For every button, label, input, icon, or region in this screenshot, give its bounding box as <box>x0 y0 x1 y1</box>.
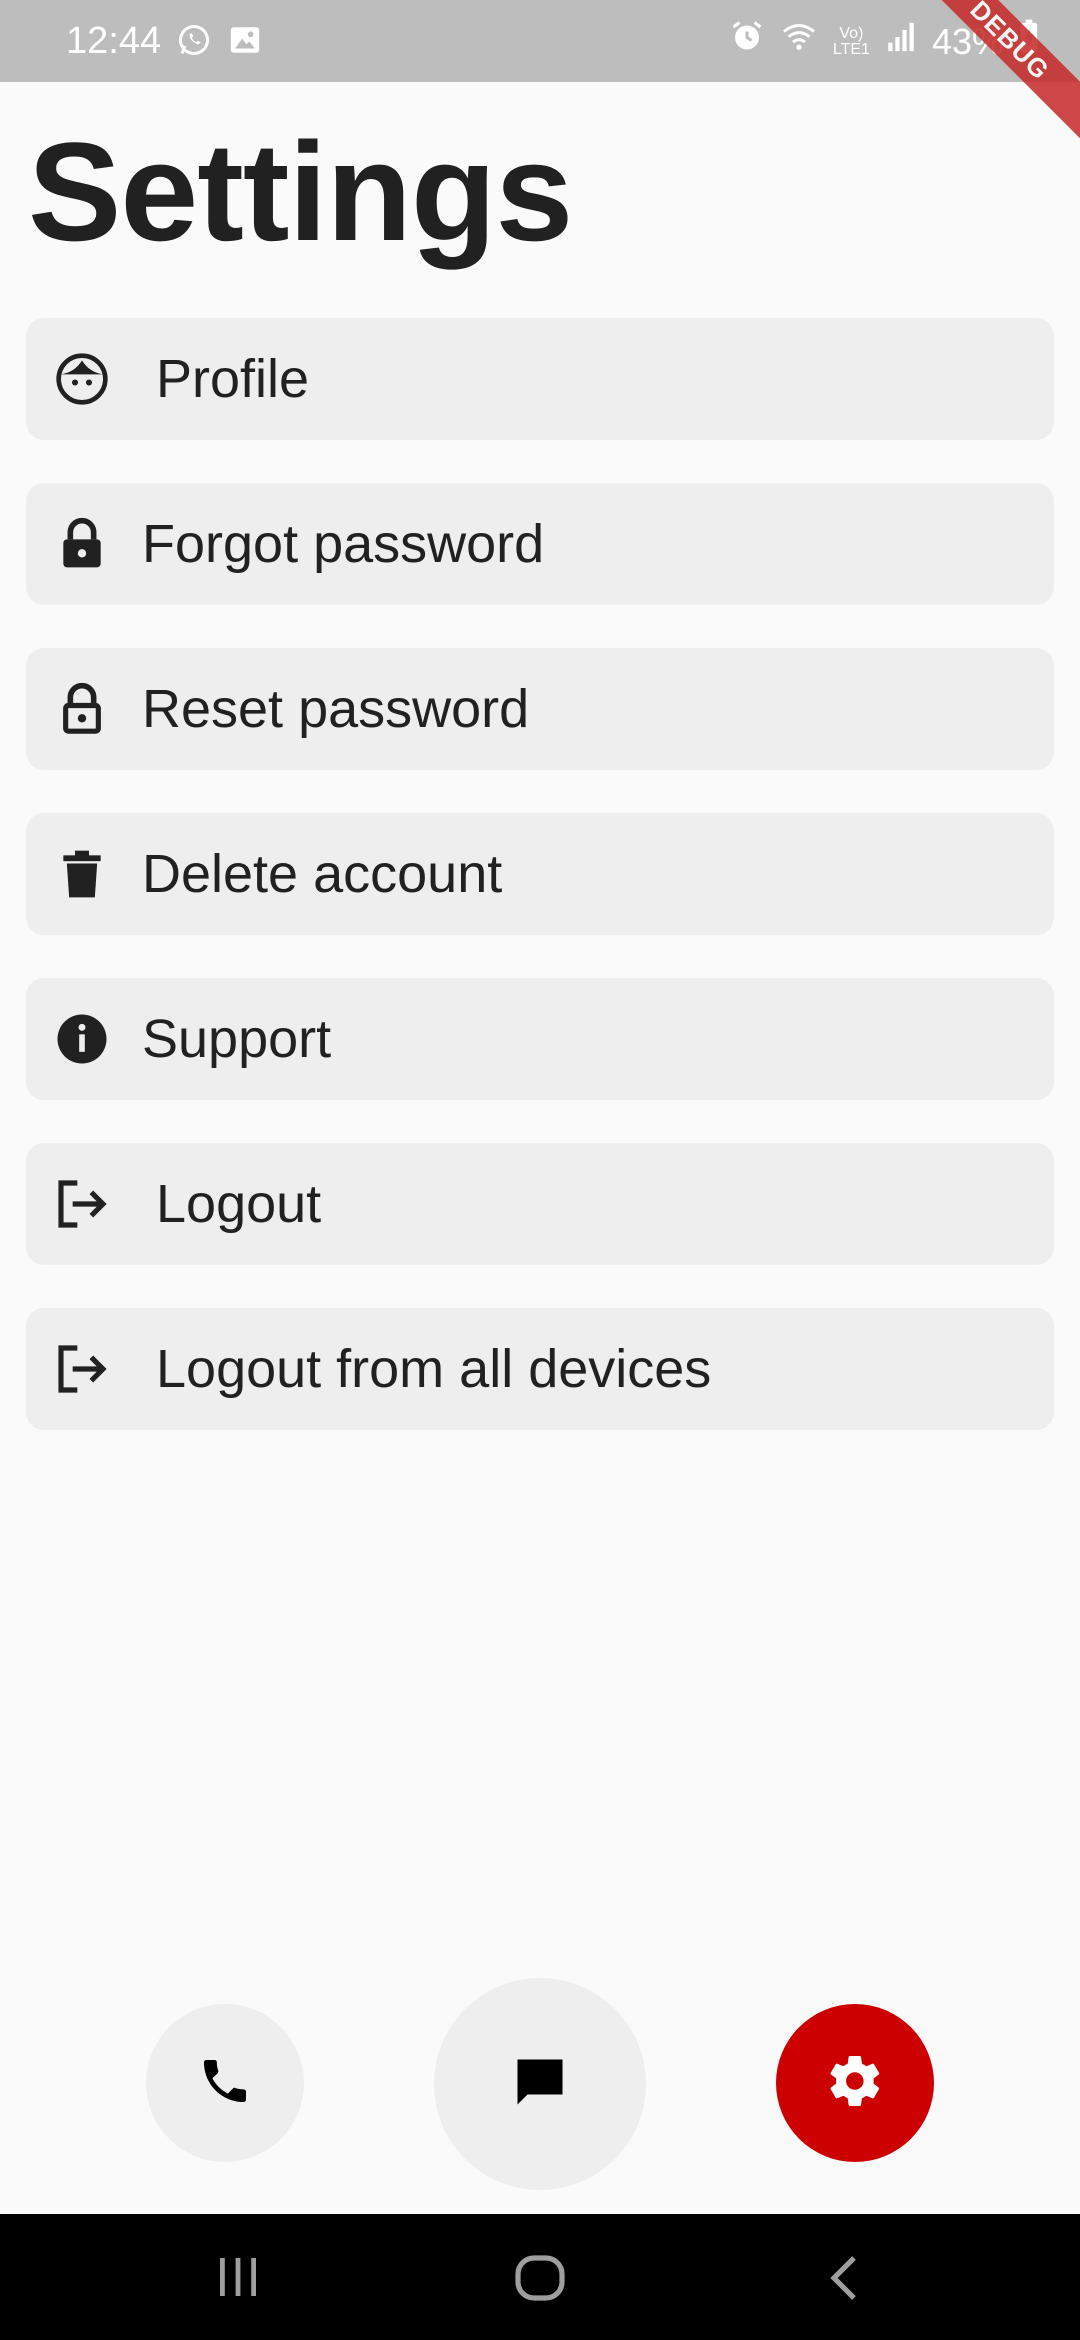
settings-menu: Profile Forgot password Reset password D… <box>26 318 1054 1473</box>
home-icon <box>514 2254 566 2307</box>
volte-icon: Vo) LTE1 <box>832 24 870 58</box>
info-icon <box>54 1011 110 1067</box>
chat-icon <box>510 2052 570 2117</box>
wifi-icon <box>779 18 819 65</box>
nav-phone-button[interactable] <box>146 2004 304 2162</box>
lock-icon <box>54 516 110 572</box>
lock-open-icon <box>54 681 110 737</box>
menu-item-label: Delete account <box>142 844 503 904</box>
logout-icon <box>54 1176 110 1232</box>
menu-item-label: Profile <box>156 349 310 409</box>
nav-chat-button[interactable] <box>434 1978 646 2190</box>
settings-icon <box>825 2051 885 2116</box>
menu-item-support[interactable]: Support <box>26 978 1054 1100</box>
nav-settings-button[interactable] <box>776 2004 934 2162</box>
menu-item-forgot-password[interactable]: Forgot password <box>26 483 1054 605</box>
signal-icon <box>884 19 918 65</box>
status-bar: 12:44 Vo) LTE1 43% DEBUG <box>0 0 1080 147</box>
home-button[interactable] <box>514 2254 566 2307</box>
page-title: Settings <box>28 113 573 270</box>
recents-icon <box>214 2254 262 2305</box>
image-icon <box>228 23 262 62</box>
face-icon <box>54 351 110 407</box>
recents-button[interactable] <box>214 2254 262 2305</box>
alarm-icon <box>729 18 765 65</box>
menu-item-label: Forgot password <box>142 514 545 574</box>
whatsapp-icon <box>176 22 212 63</box>
bottom-nav <box>0 1970 1080 2220</box>
status-time: 12:44 <box>66 20 162 62</box>
menu-item-label: Logout <box>156 1174 322 1234</box>
back-icon <box>826 2254 860 2307</box>
system-nav-bar <box>0 2214 1080 2340</box>
menu-item-logout-all-devices[interactable]: Logout from all devices <box>26 1308 1054 1430</box>
logout-icon <box>54 1341 110 1397</box>
phone-icon <box>197 2053 253 2114</box>
status-left-icons <box>176 22 262 63</box>
menu-item-logout[interactable]: Logout <box>26 1143 1054 1265</box>
menu-item-reset-password[interactable]: Reset password <box>26 648 1054 770</box>
menu-item-delete-account[interactable]: Delete account <box>26 813 1054 935</box>
menu-item-label: Support <box>142 1009 332 1069</box>
menu-item-profile[interactable]: Profile <box>26 318 1054 440</box>
menu-item-label: Reset password <box>142 679 530 739</box>
trash-icon <box>54 846 110 902</box>
back-button[interactable] <box>826 2254 860 2307</box>
menu-item-label: Logout from all devices <box>156 1339 712 1399</box>
